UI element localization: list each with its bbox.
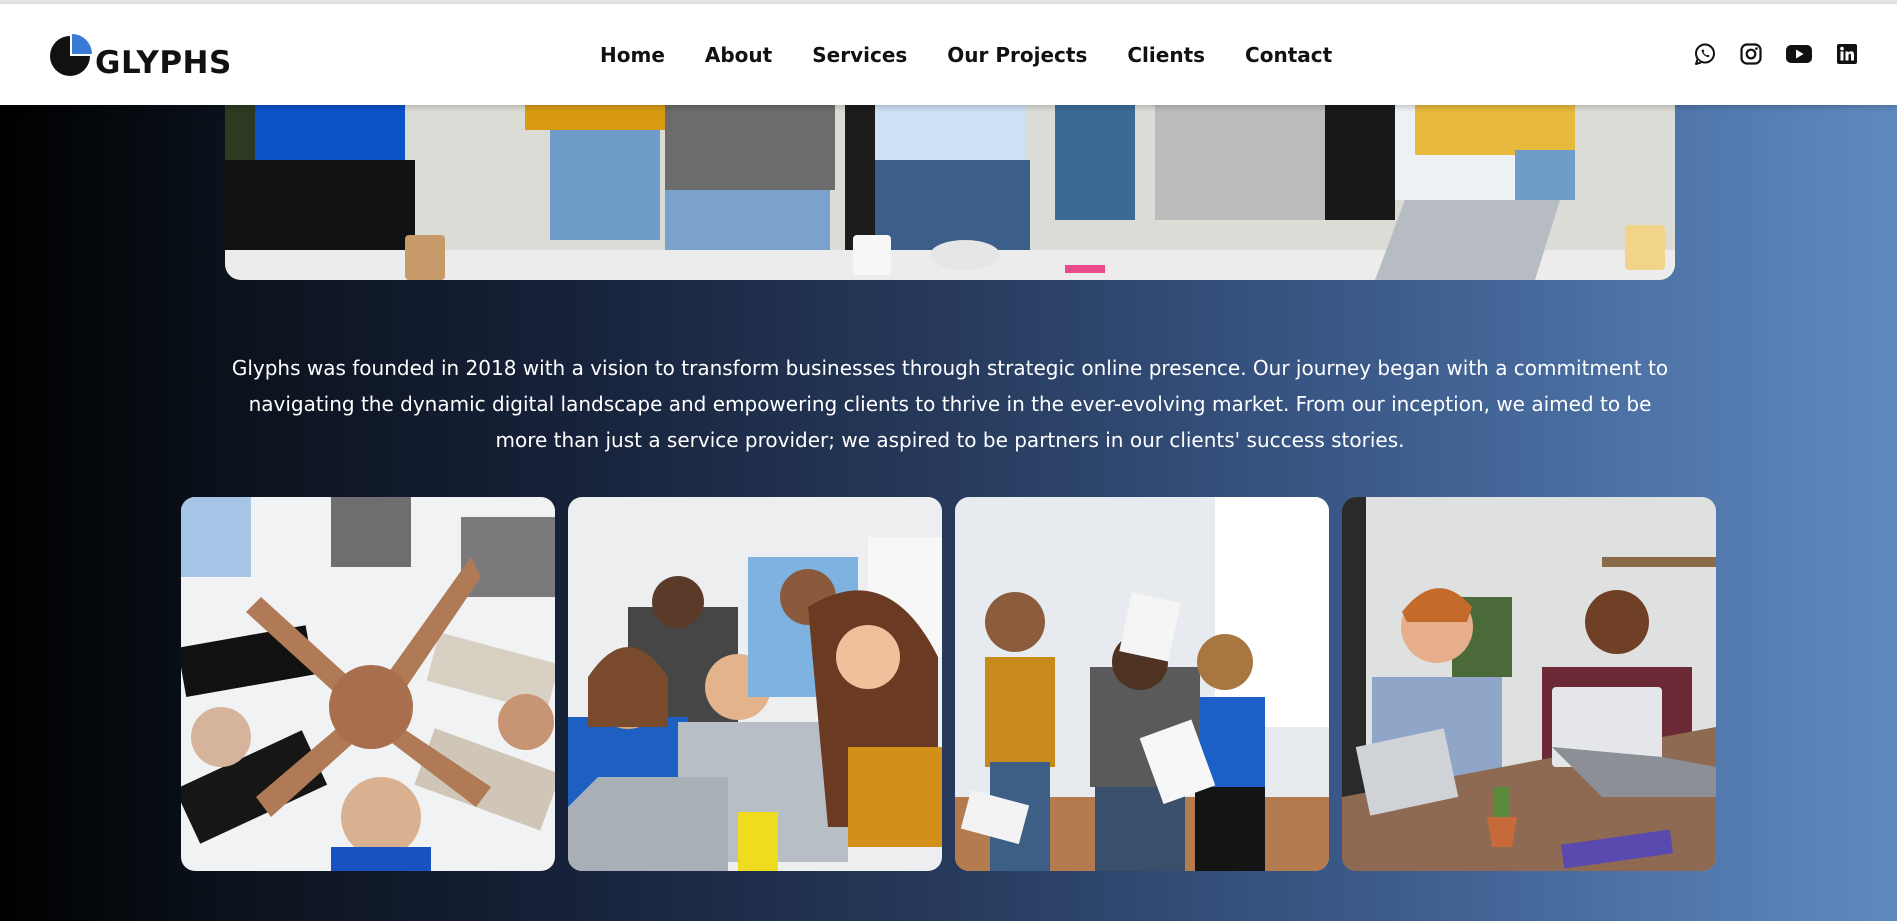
glyphs-logo-mark-icon: [48, 34, 92, 78]
instagram-icon[interactable]: [1739, 42, 1763, 66]
youtube-icon[interactable]: [1785, 42, 1813, 66]
nav-our-projects[interactable]: Our Projects: [947, 43, 1087, 67]
social-links: [1693, 42, 1859, 66]
linkedin-icon[interactable]: [1835, 42, 1859, 66]
main-nav: Home About Services Our Projects Clients…: [600, 4, 1332, 105]
nav-contact[interactable]: Contact: [1245, 43, 1332, 67]
photo-gallery: [181, 497, 1721, 871]
site-header: GLYPHS Home About Services Our Projects …: [0, 4, 1897, 105]
brand-logo[interactable]: GLYPHS: [48, 32, 232, 81]
brand-name: GLYPHS: [95, 45, 232, 81]
nav-clients[interactable]: Clients: [1127, 43, 1205, 67]
about-paragraph: Glyphs was founded in 2018 with a vision…: [231, 356, 1669, 452]
gallery-image-office-meeting: [1342, 497, 1716, 871]
gallery-image-hands-together: [181, 497, 555, 871]
nav-home[interactable]: Home: [600, 43, 665, 67]
gallery-image-team-celebrating-laptop: [568, 497, 942, 871]
nav-about[interactable]: About: [705, 43, 772, 67]
nav-services[interactable]: Services: [812, 43, 907, 67]
gallery-image-team-dancing: [955, 497, 1329, 871]
whatsapp-icon[interactable]: [1693, 42, 1717, 66]
